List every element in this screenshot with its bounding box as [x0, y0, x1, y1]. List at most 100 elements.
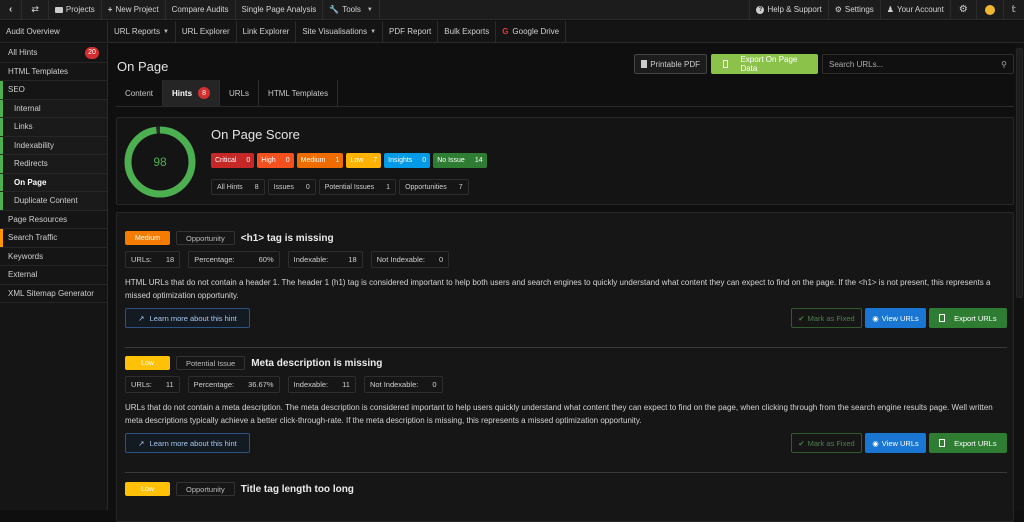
divider [125, 347, 1007, 348]
summary-badges: All Hints 8 Issues 0 Potential Issues 1 Opport… [211, 179, 469, 195]
help-icon: ? [756, 5, 765, 14]
search-urls-input[interactable] [829, 59, 1002, 69]
tab-html-templates[interactable]: HTML Templates [259, 80, 339, 106]
summary-badge-all-hints[interactable]: All Hints 8 [211, 179, 265, 195]
tab-bar: Content Hints 8 URLs HTML Templates [116, 80, 1014, 107]
projects-link[interactable]: Projects [49, 0, 102, 19]
emoji-icon [984, 4, 995, 15]
sidebar-item-html-templates[interactable]: HTML Templates [0, 63, 107, 81]
url-explorer-link[interactable]: URL Explorer [176, 21, 237, 42]
severity-badges: Critical 0 High 0 Medium 1 Low 7 Insights 0 No Iss… [211, 153, 487, 168]
sidebar-item-all-hints[interactable]: All Hints 20 [0, 44, 107, 63]
caret-down-icon: ▼ [162, 28, 169, 35]
tab-urls[interactable]: URLs [220, 80, 260, 106]
sidebar-item-links[interactable]: Links [0, 118, 107, 137]
settings-icon: ⚙ [834, 5, 842, 14]
scrollbar-thumb[interactable] [1016, 48, 1023, 298]
view-urls-button[interactable]: ◉ View URLs [865, 433, 926, 453]
divider [125, 472, 1007, 473]
tools-dropdown[interactable]: 🔧 Tools ▼ [323, 0, 380, 19]
severity-badge-high[interactable]: High 0 [257, 153, 294, 168]
secondary-navbar: Audit Overview URL Reports ▼ URL Explorer… [0, 21, 1024, 43]
users-icon: ♟ [886, 5, 894, 14]
sidebar-item-internal[interactable]: Internal [0, 99, 107, 118]
new-project-link[interactable]: + New Project [102, 0, 166, 19]
single-page-analysis-link[interactable]: Single Page Analysis [236, 0, 324, 19]
sidebar: All Hints 20 HTML Templates SEO Internal … [0, 44, 108, 510]
google-drive-link[interactable]: G Google Drive [496, 21, 567, 42]
severity-badge-no-issue[interactable]: No Issue 14 [433, 153, 487, 168]
audit-overview-link[interactable]: Audit Overview [0, 21, 108, 42]
spreadsheet-icon [939, 314, 946, 322]
hint-title: <h1> tag is missing [240, 232, 334, 244]
check-icon: ✔ [798, 438, 805, 448]
sidebar-item-on-page[interactable]: On Page [0, 173, 107, 192]
tab-content[interactable]: Content [116, 80, 164, 106]
sidebar-item-xml-sitemap-generator[interactable]: XML Sitemap Generator [0, 285, 107, 303]
sidebar-item-page-resources[interactable]: Page Resources [0, 211, 107, 229]
twitter-button[interactable]: 𝕥 [1002, 0, 1024, 19]
export-urls-button[interactable]: Export URLs [929, 433, 1007, 453]
stat-urls: URLs: 11 [125, 376, 180, 393]
stat-urls: URLs: 18 [125, 251, 181, 268]
sidebar-item-external[interactable]: External [0, 266, 107, 285]
summary-badge-issues[interactable]: Issues 0 [267, 179, 316, 195]
severity-badge-critical[interactable]: Critical 0 [211, 153, 255, 168]
hints-tab-badge: 8 [198, 87, 211, 99]
priority-badge: Low [125, 356, 170, 370]
sidebar-item-indexability[interactable]: Indexability [0, 136, 107, 155]
learn-more-button[interactable]: ↗ Learn more about this hint [125, 308, 250, 328]
hints-list: Medium Opportunity <h1> tag is missing U… [116, 212, 1014, 522]
view-urls-button[interactable]: ◉ View URLs [865, 308, 926, 328]
spreadsheet-icon [723, 60, 729, 68]
scrollbar[interactable] [1015, 44, 1024, 510]
severity-badge-low[interactable]: Low 7 [346, 153, 382, 168]
stat-percentage: Percentage: 60% [188, 251, 280, 268]
file-icon [641, 60, 648, 68]
site-visualisations-dropdown[interactable]: Site Visualisations ▼ [296, 21, 384, 42]
mark-as-fixed-button[interactable]: ✔ Mark as Fixed [791, 308, 862, 328]
google-icon: G [502, 27, 509, 36]
gear-button[interactable]: ⚙ [949, 0, 976, 19]
wrench-icon: 🔧 [329, 5, 340, 14]
hint-title: Title tag length too long [240, 483, 354, 495]
plus-icon: + [107, 5, 113, 14]
sidebar-item-seo[interactable]: SEO [0, 81, 107, 100]
search-icon[interactable]: ⚲ [1001, 60, 1007, 69]
bulk-exports-link[interactable]: Bulk Exports [438, 21, 497, 42]
stat-indexable: Indexable: 11 [287, 376, 356, 393]
sidebar-item-duplicate-content[interactable]: Duplicate Content [0, 192, 107, 211]
severity-badge-insights[interactable]: Insights 0 [384, 153, 431, 168]
emoji-button[interactable] [975, 0, 1003, 19]
caret-down-icon: ▼ [370, 28, 377, 35]
sidebar-item-keywords[interactable]: Keywords [0, 248, 107, 266]
sidebar-item-redirects[interactable]: Redirects [0, 155, 107, 174]
pdf-report-link[interactable]: PDF Report [383, 21, 439, 42]
hint-type-badge: Potential Issue [176, 356, 246, 370]
score-panel: 98 On Page Score Critical 0 High 0 Medium 1 Lo… [116, 117, 1014, 205]
your-account-link[interactable]: ♟ Your Account [879, 0, 950, 19]
mark-as-fixed-button[interactable]: ✔ Mark as Fixed [791, 433, 862, 453]
settings-link[interactable]: ⚙ Settings [827, 0, 880, 19]
summary-badge-potential-issues[interactable]: Potential Issues 1 [318, 179, 397, 195]
link-explorer-link[interactable]: Link Explorer [237, 21, 297, 42]
tab-hints[interactable]: Hints 8 [163, 80, 221, 106]
caret-down-icon: ▼ [366, 6, 373, 13]
help-support-link[interactable]: ? Help & Support [749, 0, 827, 19]
check-icon: ✔ [798, 313, 805, 323]
folder-icon [54, 6, 63, 13]
severity-badge-medium[interactable]: Medium 1 [296, 153, 344, 168]
url-reports-dropdown[interactable]: URL Reports ▼ [108, 21, 176, 42]
eye-icon: ◉ [872, 313, 879, 323]
summary-badge-opportunities[interactable]: Opportunities 7 [399, 179, 469, 195]
hint-type-badge: Opportunity [176, 482, 235, 496]
compare-audits-link[interactable]: Compare Audits [166, 0, 236, 19]
printable-pdf-button[interactable]: Printable PDF [634, 54, 707, 74]
switch-button[interactable]: ⇄ [22, 0, 49, 19]
learn-more-button[interactable]: ↗ Learn more about this hint [125, 433, 250, 453]
search-urls-field[interactable]: ⚲ [822, 54, 1014, 74]
sidebar-item-search-traffic[interactable]: Search Traffic [0, 229, 107, 248]
back-button[interactable]: ‹ [0, 0, 23, 19]
export-urls-button[interactable]: Export URLs [929, 308, 1007, 328]
export-on-page-data-button[interactable]: Export On Page Data [711, 54, 818, 74]
